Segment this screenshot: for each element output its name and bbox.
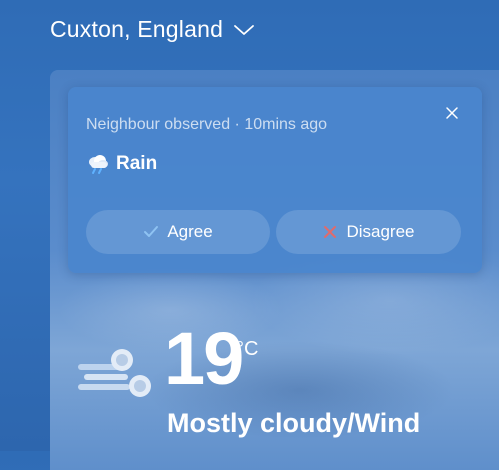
wind-icon (78, 348, 154, 400)
neighbour-observation-card: Neighbour observed · 10mins ago Rain Agr… (68, 87, 482, 273)
agree-button[interactable]: Agree (86, 210, 270, 254)
disagree-button[interactable]: Disagree (276, 210, 461, 254)
close-icon (442, 107, 462, 127)
close-button[interactable] (442, 103, 462, 123)
location-selector[interactable]: Cuxton, England (50, 14, 255, 44)
temperature-unit[interactable]: °C (236, 338, 258, 361)
agree-label: Agree (167, 222, 213, 241)
rain-cloud-icon (86, 153, 110, 175)
checkmark-icon (143, 224, 159, 240)
observed-condition: Rain (86, 153, 157, 175)
observation-meta: Neighbour observed · 10mins ago (86, 116, 328, 133)
condition-label: Rain (116, 153, 158, 174)
condition-summary: Mostly cloudy/Wind (167, 408, 421, 438)
chevron-down-icon (233, 23, 255, 37)
disagree-label: Disagree (346, 222, 415, 241)
current-temperature: 19 (164, 317, 244, 400)
cross-icon (322, 224, 338, 240)
location-label: Cuxton, England (50, 15, 224, 42)
